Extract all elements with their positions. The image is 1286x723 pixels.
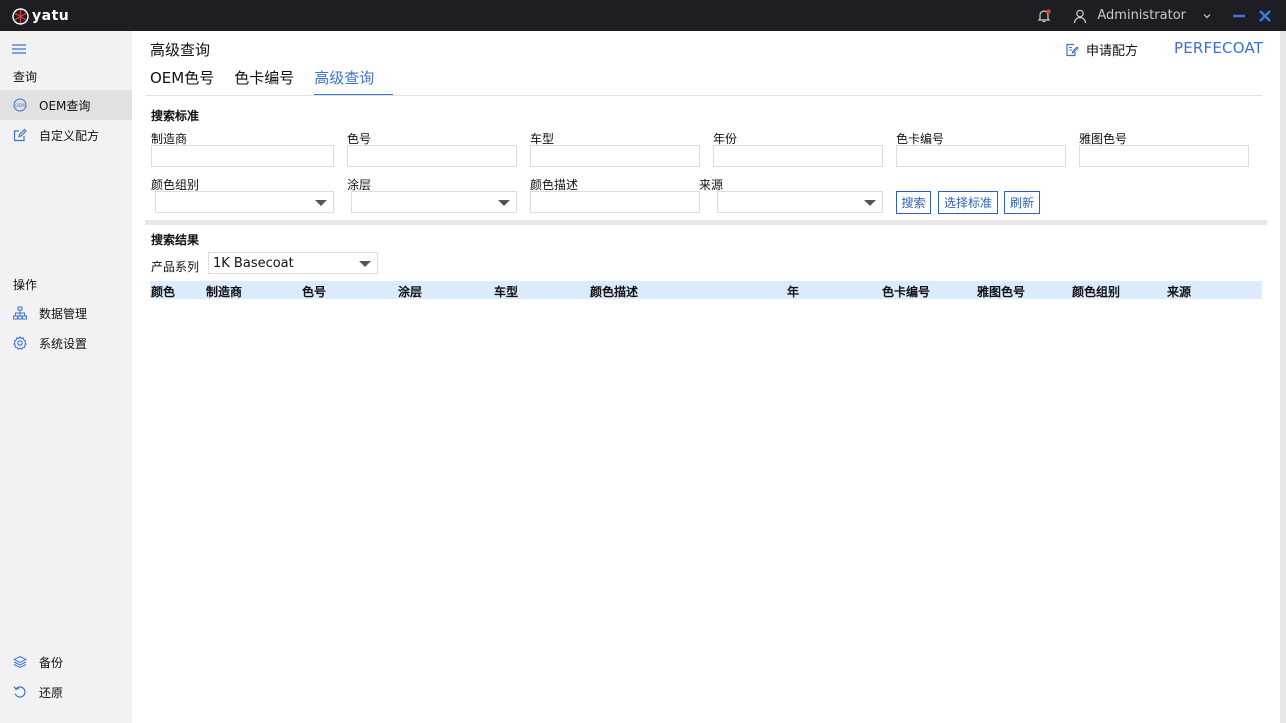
dropdown-arrow-icon xyxy=(864,200,876,206)
results-table-header: 颜色 制造商 色号 涂层 车型 颜色描述 年 色卡编号 雅图色号 颜色组别 来源 xyxy=(150,281,1262,299)
apply-formula-label: 申请配方 xyxy=(1086,44,1139,59)
hamburger-menu-icon[interactable] xyxy=(12,40,28,54)
tab-color-card[interactable]: 色卡编号 xyxy=(234,67,294,95)
scrollbar-track[interactable] xyxy=(1280,31,1286,723)
sidebar-item-custom-formula[interactable]: 自定义配方 xyxy=(0,120,132,150)
minimize-icon[interactable] xyxy=(1230,7,1248,25)
sidebar: 查询 OEM OEM查询 自定义配方 操作 数据管理 系统设置 备份 还原 xyxy=(0,31,132,723)
oem-icon: OEM xyxy=(12,97,28,113)
model-input[interactable] xyxy=(530,145,700,167)
sidebar-item-label: 系统设置 xyxy=(39,336,88,351)
user-icon[interactable] xyxy=(1071,7,1089,25)
column-header-color-description[interactable]: 颜色描述 xyxy=(590,283,638,300)
product-series-value: 1K Basecoat xyxy=(213,256,294,271)
sidebar-section-query: 查询 xyxy=(13,70,38,84)
tab-bar: OEM色号 色卡编号 高级查询 xyxy=(150,67,413,97)
app-logo: yatu xyxy=(12,7,69,25)
sidebar-section-ops: 操作 xyxy=(13,278,38,292)
dropdown-arrow-icon xyxy=(315,200,327,206)
refresh-button[interactable]: 刷新 xyxy=(1004,191,1040,214)
network-icon xyxy=(12,305,28,321)
column-header-year[interactable]: 年 xyxy=(787,283,799,300)
column-header-manufacturer[interactable]: 制造商 xyxy=(206,283,242,300)
column-header-coating[interactable]: 涂层 xyxy=(398,283,422,300)
color-group-select[interactable] xyxy=(155,191,334,213)
app-brand-text: yatu xyxy=(32,8,70,24)
product-series-select[interactable]: 1K Basecoat xyxy=(208,252,378,274)
search-button[interactable]: 搜索 xyxy=(896,191,931,214)
column-header-model[interactable]: 车型 xyxy=(494,283,518,300)
page-title: 高级查询 xyxy=(150,41,211,59)
yatu-color-code-input[interactable] xyxy=(1079,145,1249,167)
apply-formula-icon xyxy=(1066,43,1079,56)
dropdown-arrow-icon xyxy=(498,200,510,206)
tab-divider xyxy=(146,95,1262,96)
column-header-source[interactable]: 来源 xyxy=(1167,283,1191,300)
title-bar: yatu Administrator xyxy=(0,0,1286,31)
tab-advanced-query[interactable]: 高级查询 xyxy=(314,67,394,95)
apply-formula-button[interactable]: 申请配方 xyxy=(1065,40,1138,59)
manufacturer-input[interactable] xyxy=(151,145,334,167)
column-header-color-group[interactable]: 颜色组别 xyxy=(1072,283,1120,300)
sidebar-item-label: 还原 xyxy=(39,685,64,700)
color-code-input[interactable] xyxy=(347,145,517,167)
notification-bell-icon[interactable] xyxy=(1035,7,1053,25)
sidebar-item-backup[interactable]: 备份 xyxy=(0,647,132,677)
sidebar-item-label: 备份 xyxy=(39,655,64,670)
select-standard-button[interactable]: 选择标准 xyxy=(938,191,998,214)
user-name[interactable]: Administrator xyxy=(1097,8,1186,23)
svg-text:OEM: OEM xyxy=(15,103,25,108)
section-divider xyxy=(145,220,1267,225)
source-select[interactable] xyxy=(717,191,883,213)
year-input[interactable] xyxy=(713,145,883,167)
product-series-label: 产品系列 xyxy=(151,260,200,274)
close-icon[interactable] xyxy=(1256,7,1274,25)
column-header-yatu-color-code[interactable]: 雅图色号 xyxy=(977,283,1025,300)
chevron-down-icon[interactable] xyxy=(1198,7,1216,25)
column-header-color-card-number[interactable]: 色卡编号 xyxy=(882,283,930,300)
coating-select[interactable] xyxy=(351,191,517,213)
color-card-number-input[interactable] xyxy=(896,145,1066,167)
dropdown-arrow-icon xyxy=(359,261,371,267)
search-results-title: 搜索结果 xyxy=(151,233,200,247)
color-description-input[interactable] xyxy=(530,191,700,213)
perfecoat-brand: PERFECOAT xyxy=(1174,39,1264,57)
edit-icon xyxy=(12,127,28,143)
search-criteria-title: 搜索标准 xyxy=(151,109,200,123)
sidebar-item-restore[interactable]: 还原 xyxy=(0,677,132,707)
gear-icon xyxy=(12,335,28,351)
sidebar-item-label: OEM查询 xyxy=(39,98,91,113)
layers-icon xyxy=(12,654,28,670)
sidebar-item-label: 自定义配方 xyxy=(39,128,100,143)
tab-oem-color[interactable]: OEM色号 xyxy=(150,67,214,95)
sidebar-item-oem-query[interactable]: OEM OEM查询 xyxy=(0,90,132,120)
sidebar-item-system-settings[interactable]: 系统设置 xyxy=(0,328,132,358)
column-header-color[interactable]: 颜色 xyxy=(151,283,175,300)
column-header-color-code[interactable]: 色号 xyxy=(302,283,326,300)
logo-icon xyxy=(12,7,29,25)
undo-icon xyxy=(12,684,28,700)
sidebar-item-label: 数据管理 xyxy=(39,306,88,321)
sidebar-item-data-management[interactable]: 数据管理 xyxy=(0,298,132,328)
main-content: 高级查询 申请配方 PERFECOAT OEM色号 色卡编号 高级查询 搜索标准… xyxy=(132,31,1286,723)
